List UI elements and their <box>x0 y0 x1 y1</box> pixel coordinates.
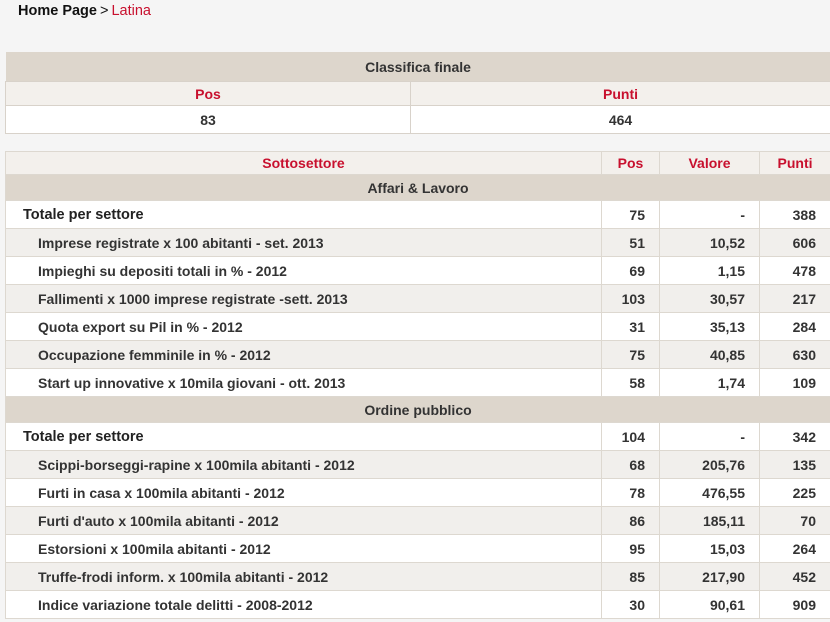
indicator-valore: 476,55 <box>659 478 760 507</box>
col-pos: Pos <box>601 151 660 175</box>
table-row: Fallimenti x 1000 imprese registrate -se… <box>5 284 830 313</box>
breadcrumb-home-link[interactable]: Home Page <box>18 3 97 19</box>
indicator-punti: 264 <box>759 534 830 563</box>
indicator-punti: 70 <box>759 506 830 535</box>
indicator-name: Furti in casa x 100mila abitanti - 2012 <box>5 478 602 507</box>
indicator-pos: 86 <box>601 506 660 535</box>
indicator-punti: 630 <box>759 340 830 369</box>
indicator-valore: 15,03 <box>659 534 760 563</box>
indicator-pos: 58 <box>601 368 660 397</box>
indicator-valore: 185,11 <box>659 506 760 535</box>
indicator-name: Quota export su Pil in % - 2012 <box>5 312 602 341</box>
indicator-name: Indice variazione totale delitti - 2008-… <box>5 590 602 619</box>
indicator-pos: 78 <box>601 478 660 507</box>
indicator-valore: 35,13 <box>659 312 760 341</box>
indicator-name: Imprese registrate x 100 abitanti - set.… <box>5 228 602 257</box>
breadcrumb-separator: > <box>99 3 109 19</box>
indicator-punti: 109 <box>759 368 830 397</box>
indicator-pos: 51 <box>601 228 660 257</box>
indicator-valore: 205,76 <box>659 450 760 479</box>
table-row: Furti in casa x 100mila abitanti - 2012 7… <box>5 478 830 507</box>
indicator-pos: 95 <box>601 534 660 563</box>
indicator-pos: 69 <box>601 256 660 285</box>
summary-col-punti: Punti <box>409 81 830 106</box>
detail-header-row: Sottosettore Pos Valore Punti <box>5 151 830 175</box>
indicator-valore: 90,61 <box>659 590 760 619</box>
indicator-pos: 85 <box>601 562 660 591</box>
table-row: Estorsioni x 100mila abitanti - 2012 95 15… <box>5 534 830 563</box>
table-row: Quota export su Pil in % - 2012 31 35,13 28… <box>5 312 830 341</box>
col-valore: Valore <box>659 151 760 175</box>
table-row: Indice variazione totale delitti - 2008-… <box>5 590 830 619</box>
indicator-pos: 31 <box>601 312 660 341</box>
indicator-pos: 103 <box>601 284 660 313</box>
total-pos: 75 <box>601 200 660 229</box>
section-title: Ordine pubblico <box>5 396 830 423</box>
summary-pos-value: 83 <box>5 105 411 134</box>
indicator-punti: 284 <box>759 312 830 341</box>
indicator-name: Start up innovative x 10mila giovani - o… <box>5 368 602 397</box>
summary-col-pos: Pos <box>5 81 411 106</box>
total-punti: 388 <box>759 200 830 229</box>
section-header-row: Ordine pubblico <box>5 396 830 423</box>
total-label: Totale per settore <box>5 422 602 451</box>
summary-title: Classifica finale <box>5 52 830 82</box>
breadcrumb-current: Latina <box>111 3 151 19</box>
table-row: Start up innovative x 10mila giovani - o… <box>5 368 830 397</box>
table-row: Scippi-borseggi-rapine x 100mila abitant… <box>5 450 830 479</box>
total-punti: 342 <box>759 422 830 451</box>
summary-punti-value: 464 <box>409 105 830 134</box>
section-total-row: Totale per settore 75-388 <box>5 200 830 229</box>
total-valore: - <box>659 200 760 229</box>
section-header-row: Affari & Lavoro <box>5 174 830 201</box>
indicator-pos: 68 <box>601 450 660 479</box>
indicator-pos: 30 <box>601 590 660 619</box>
indicator-name: Truffe-frodi inform. x 100mila abitanti … <box>5 562 602 591</box>
indicator-punti: 606 <box>759 228 830 257</box>
indicator-punti: 217 <box>759 284 830 313</box>
table-row: Imprese registrate x 100 abitanti - set.… <box>5 228 830 257</box>
indicator-valore: 30,57 <box>659 284 760 313</box>
indicator-name: Occupazione femminile in % - 2012 <box>5 340 602 369</box>
table-row: Truffe-frodi inform. x 100mila abitanti … <box>5 562 830 591</box>
indicator-name: Fallimenti x 1000 imprese registrate -se… <box>5 284 602 313</box>
total-valore: - <box>659 422 760 451</box>
summary-table: Classifica finale Pos Punti 83 464 <box>5 52 830 134</box>
section-total-row: Totale per settore 104-342 <box>5 422 830 451</box>
indicator-name: Estorsioni x 100mila abitanti - 2012 <box>5 534 602 563</box>
detail-table: Sottosettore Pos Valore Punti Affari & L… <box>5 151 830 619</box>
indicator-valore: 1,74 <box>659 368 760 397</box>
indicator-pos: 75 <box>601 340 660 369</box>
indicator-name: Impieghi su depositi totali in % - 2012 <box>5 256 602 285</box>
section-title: Affari & Lavoro <box>5 174 830 201</box>
indicator-valore: 217,90 <box>659 562 760 591</box>
indicator-punti: 225 <box>759 478 830 507</box>
total-pos: 104 <box>601 422 660 451</box>
table-row: Furti d'auto x 100mila abitanti - 2012 86… <box>5 506 830 535</box>
table-row: Occupazione femminile in % - 2012 75 40,85… <box>5 340 830 369</box>
indicator-valore: 1,15 <box>659 256 760 285</box>
indicator-punti: 478 <box>759 256 830 285</box>
col-punti: Punti <box>759 151 830 175</box>
indicator-punti: 909 <box>759 590 830 619</box>
indicator-name: Scippi-borseggi-rapine x 100mila abitant… <box>5 450 602 479</box>
indicator-valore: 40,85 <box>659 340 760 369</box>
total-label: Totale per settore <box>5 200 602 229</box>
indicator-name: Furti d'auto x 100mila abitanti - 2012 <box>5 506 602 535</box>
indicator-valore: 10,52 <box>659 228 760 257</box>
breadcrumb: Home Page > Latina <box>18 3 151 19</box>
indicator-punti: 452 <box>759 562 830 591</box>
table-row: Impieghi su depositi totali in % - 2012 6… <box>5 256 830 285</box>
indicator-punti: 135 <box>759 450 830 479</box>
col-sottosettore: Sottosettore <box>5 151 602 175</box>
